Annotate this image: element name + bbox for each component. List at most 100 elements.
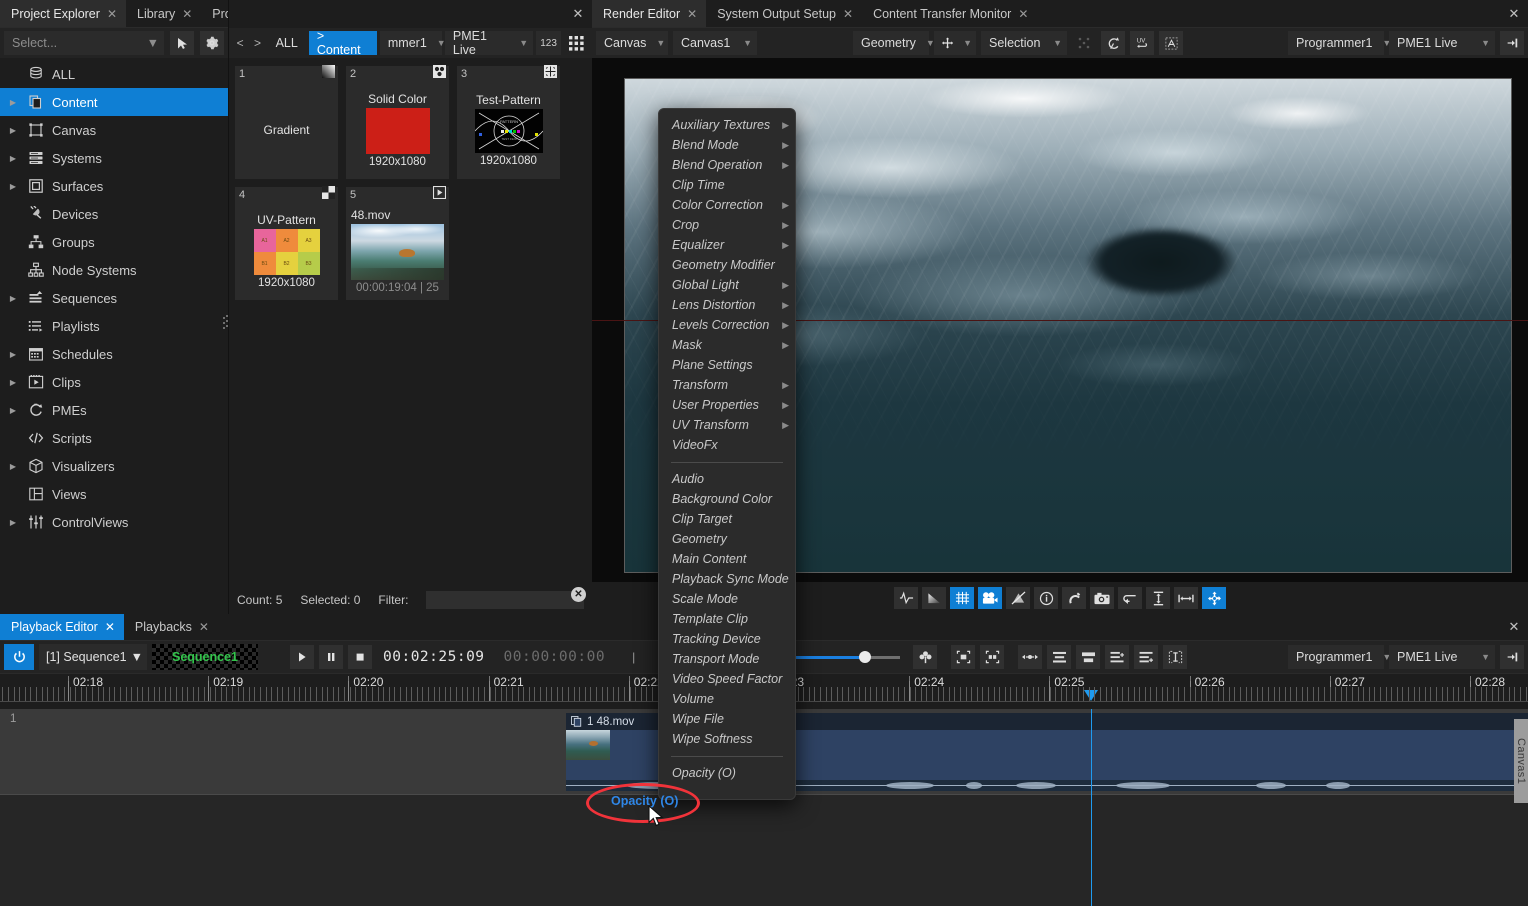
menu-item-volume[interactable]: Volume [659,689,795,709]
selection-combo[interactable]: Selection ▼ [981,31,1067,55]
browser-resize-grip[interactable] [224,308,230,334]
filter-clear-icon[interactable]: ✕ [571,587,586,602]
pan-center-icon[interactable] [1202,587,1226,609]
menu-item-transform[interactable]: Transform▶ [659,375,795,395]
drag-dots-icon[interactable] [1072,31,1096,55]
sidebar-item-controlviews[interactable]: ▶ControlViews [0,508,228,536]
content-item[interactable]: 2Solid Color1920x1080 [346,66,449,179]
sidebar-item-systems[interactable]: ▶Systems [0,144,228,172]
filter-input[interactable]: ✕ [426,591,584,609]
expand-arrow-icon[interactable]: ▶ [6,518,20,527]
expand-arrow-icon[interactable]: ▶ [6,462,20,471]
add-row-below-icon[interactable] [1134,645,1158,669]
expand-arrow-icon[interactable]: ▶ [6,378,20,387]
sidebar-item-sequences[interactable]: ▶Sequences [0,284,228,312]
menu-item-main-content[interactable]: Main Content [659,549,795,569]
clip-property-context-menu[interactable]: Auxiliary Textures▶Blend Mode▶Blend Oper… [658,108,796,800]
select-input[interactable]: Select... ▼ [4,31,164,55]
fit-height-icon[interactable] [1146,587,1170,609]
menu-item-audio[interactable]: Audio [659,469,795,489]
sequence-combo[interactable]: [1] Sequence1 ▼ [39,644,147,670]
canvas-side-tab[interactable]: Canvas1 [1514,719,1528,803]
sidebar-item-canvas[interactable]: ▶Canvas [0,116,228,144]
menu-item-geometry-modifier[interactable]: Geometry Modifier [659,255,795,275]
tab-playbacks[interactable]: Playbacks✕ [124,614,218,640]
menu-item-clip-time[interactable]: Clip Time [659,175,795,195]
sidebar-item-devices[interactable]: Devices [0,200,228,228]
programmer-combo[interactable]: mmer1 ▼ [380,31,442,55]
fit-width-icon[interactable] [1174,587,1198,609]
uv-tool-icon[interactable]: UV [1130,31,1154,55]
move-tool-combo[interactable]: ▼ [934,31,976,55]
pme-combo[interactable]: PME1 Live ▼ [445,31,533,55]
close-icon[interactable]: ✕ [1018,8,1028,20]
menu-item-plane-settings[interactable]: Plane Settings [659,355,795,375]
content-item[interactable]: 548.mov00:00:19:04 | 25 [346,187,449,300]
content-item[interactable]: 4UV-PatternA1A2A3B1B2B31920x1080 [235,187,338,300]
undo-arrow-icon[interactable] [1118,587,1142,609]
add-row-above-icon[interactable] [1105,645,1129,669]
close-icon[interactable]: ✕ [199,621,209,633]
tab-content-transfer-monitor[interactable]: Content Transfer Monitor✕ [862,0,1037,27]
expand-arrow-icon[interactable]: ▶ [6,126,20,135]
menu-item-levels-correction[interactable]: Levels Correction▶ [659,315,795,335]
camera-video-icon[interactable] [978,587,1002,609]
power-icon[interactable] [4,644,34,670]
mode-combo[interactable]: Geometry ▼ [853,31,929,55]
tab-project-explorer[interactable]: Project Explorer✕ [0,0,126,27]
menu-item-equalizer[interactable]: Equalizer▶ [659,235,795,255]
text-insert-icon[interactable] [1163,645,1187,669]
menu-item-background-color[interactable]: Background Color [659,489,795,509]
align-blocks-icon[interactable] [1076,645,1100,669]
sidebar-item-clips[interactable]: ▶Clips [0,368,228,396]
dock-right-icon[interactable] [1500,31,1524,55]
expand-arrow-icon[interactable]: ▶ [6,154,20,163]
waveform-icon[interactable] [894,587,918,609]
panel-close-button[interactable]: ✕ [1500,0,1528,27]
menu-item-user-properties[interactable]: User Properties▶ [659,395,795,415]
menu-item-uv-transform[interactable]: UV Transform▶ [659,415,795,435]
menu-item-auxiliary-textures[interactable]: Auxiliary Textures▶ [659,115,795,135]
sidebar-item-content[interactable]: ▶Content [0,88,228,116]
playhead-handle[interactable] [1084,690,1098,701]
pb-dock-right-icon[interactable] [1500,645,1524,669]
menu-item-tracking-device[interactable]: Tracking Device [659,629,795,649]
grid-view-icon[interactable] [564,31,588,55]
nav-forward-button[interactable]: > [250,36,264,50]
menu-item-opacity-o[interactable]: Opacity (O) [659,763,795,783]
sidebar-item-visualizers[interactable]: ▶Visualizers [0,452,228,480]
menu-item-color-correction[interactable]: Color Correction▶ [659,195,795,215]
target-combo[interactable]: Canvas ▼ [596,31,668,55]
sidebar-item-groups[interactable]: Groups [0,228,228,256]
sidebar-item-views[interactable]: Views [0,480,228,508]
stop-icon[interactable] [348,645,372,669]
sidebar-item-node-systems[interactable]: Node Systems [0,256,228,284]
playback-close-button[interactable]: ✕ [1500,614,1528,640]
tab-library[interactable]: Library✕ [126,0,201,27]
close-icon[interactable]: ✕ [105,621,115,633]
nav-back-button[interactable]: < [233,36,247,50]
rotate-tool-icon[interactable] [1101,31,1125,55]
pointer-tool-button[interactable] [170,31,194,55]
menu-item-wipe-file[interactable]: Wipe File [659,709,795,729]
menu-item-geometry[interactable]: Geometry [659,529,795,549]
canvas-combo[interactable]: Canvas1 ▼ [673,31,757,55]
snapshot-icon[interactable] [1090,587,1114,609]
sidebar-item-surfaces[interactable]: ▶Surfaces [0,172,228,200]
expand-arrow-icon[interactable]: ▶ [6,98,20,107]
sidebar-item-playlists[interactable]: Playlists [0,312,228,340]
menu-item-crop[interactable]: Crop▶ [659,215,795,235]
close-icon[interactable]: ✕ [182,8,192,20]
expand-arrow-icon[interactable]: ▶ [6,350,20,359]
render-pme-combo[interactable]: PME1 Live ▼ [1389,31,1495,55]
menu-item-wipe-softness[interactable]: Wipe Softness [659,729,795,749]
content-item[interactable]: 3Test-PatternPATTERNTEST 19201920x1080 [457,66,560,179]
sidebar-item-scripts[interactable]: Scripts [0,424,228,452]
breadcrumb-all[interactable]: ALL [268,31,306,55]
tab-playback-editor[interactable]: Playback Editor✕ [0,614,124,640]
menu-item-video-speed-factor[interactable]: Video Speed Factor [659,669,795,689]
sequence-chip[interactable]: Sequence1 [152,644,258,670]
expand-arrow-icon[interactable]: ▶ [6,294,20,303]
menu-item-template-clip[interactable]: Template Clip [659,609,795,629]
no-shading-icon[interactable] [1006,587,1030,609]
